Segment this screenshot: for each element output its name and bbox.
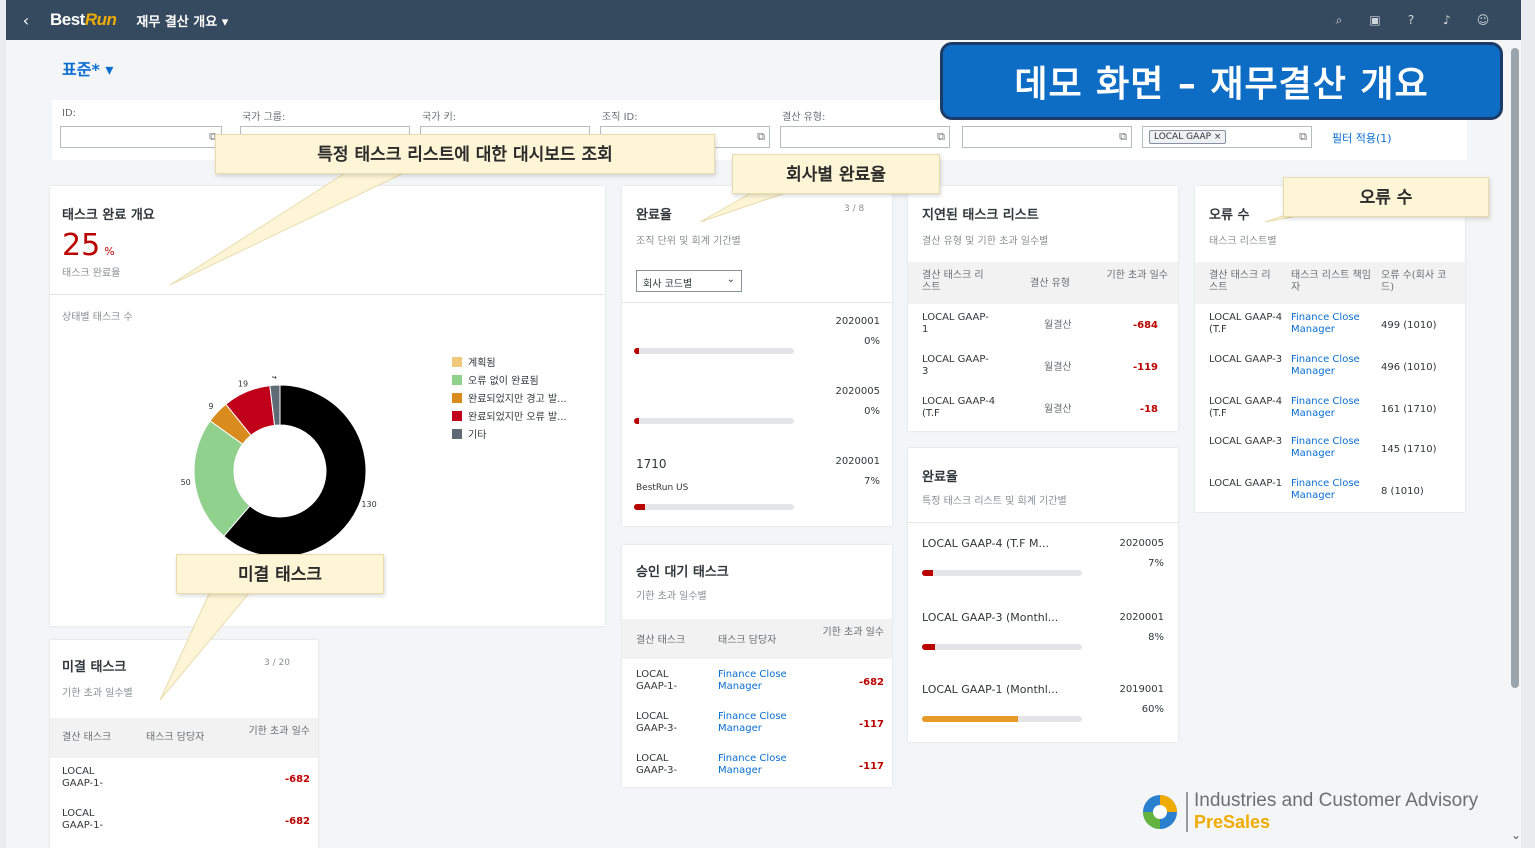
- callout-open-tasks: 미결 태스크: [176, 554, 384, 594]
- callout-tails: [159, 169, 1331, 701]
- watermark-divider: [1186, 792, 1188, 832]
- callout-dashboard-by-task-list: 특정 태스크 리스트에 대한 대시보드 조회: [215, 134, 715, 174]
- watermark-line1: Industries and Customer Advisory: [1194, 790, 1479, 811]
- demo-banner: 데모 화면 – 재무결산 개요: [940, 42, 1503, 120]
- callout-error-count: 오류 수: [1283, 177, 1489, 217]
- watermark-line2: PreSales: [1194, 812, 1271, 832]
- presales-watermark: Industries and Customer Advisory PreSale…: [1140, 788, 1510, 838]
- presales-logo-icon: [1143, 795, 1177, 829]
- callout-completion-by-company: 회사별 완료율: [732, 154, 940, 194]
